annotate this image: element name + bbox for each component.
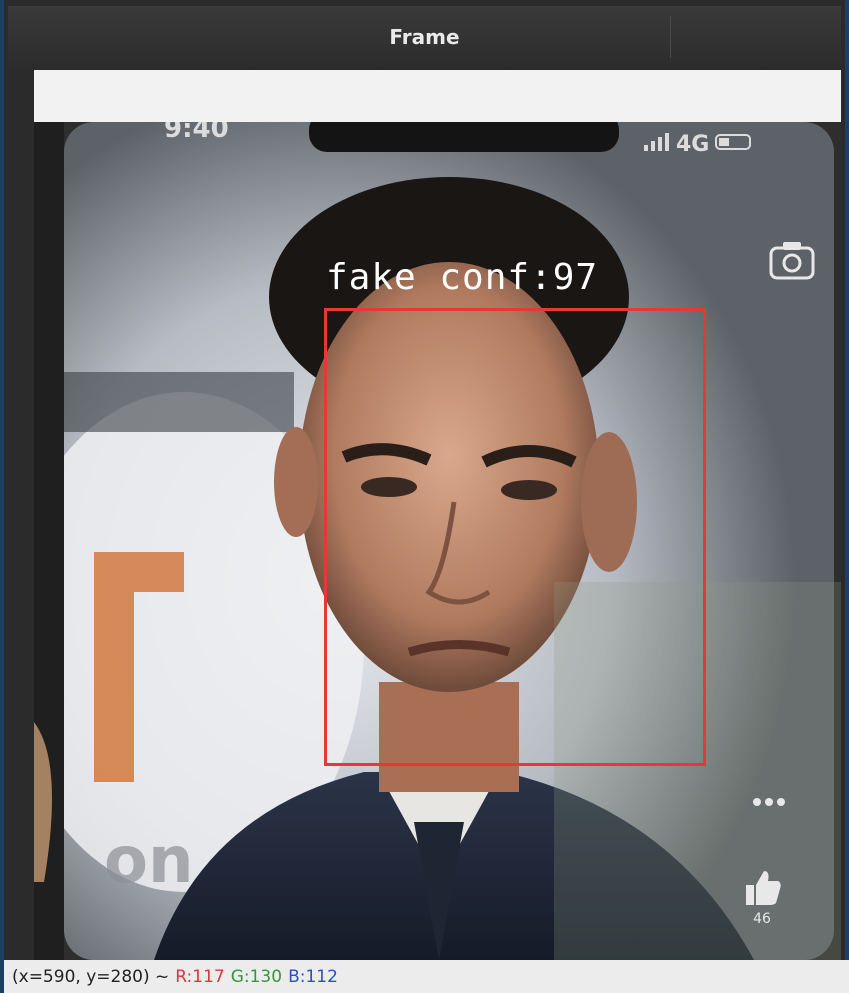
pixel-red-value: R:117 <box>175 966 225 987</box>
title-bar[interactable]: Frame <box>8 6 841 68</box>
camera-icon[interactable] <box>769 240 815 284</box>
phone-time: 9:40 <box>164 122 229 144</box>
person-ear-left <box>274 427 318 537</box>
battery-icon <box>715 132 755 157</box>
phone-signal-area: 4G <box>644 132 755 157</box>
like-button[interactable]: 46 <box>738 867 786 927</box>
detection-label: fake conf:97 <box>326 257 599 298</box>
image-viewer-window: Frame on 9:40 4G fake conf:97 46 (x=590,… <box>0 0 849 993</box>
image-canvas[interactable]: on 9:40 4G fake conf:97 46 <box>34 122 841 960</box>
status-bar: (x=590, y=280) ~ R:117 G:130 B:112 <box>4 960 849 993</box>
pixel-green-value: G:130 <box>230 966 283 987</box>
background-dark-band <box>64 372 294 432</box>
like-count: 46 <box>753 911 771 927</box>
window-title: Frame <box>389 25 460 49</box>
phone-notch <box>309 122 619 152</box>
background-logo-text: on <box>104 824 194 898</box>
signal-icon <box>644 132 670 157</box>
cursor-coordinates: (x=590, y=280) ~ <box>12 966 170 987</box>
face-bounding-box <box>324 308 706 766</box>
pixel-blue-value: B:112 <box>288 966 338 987</box>
title-separator <box>670 16 671 58</box>
toolbar-area <box>34 70 841 122</box>
more-icon[interactable] <box>752 792 786 811</box>
signal-label: 4G <box>676 132 710 157</box>
thumbs-up-icon <box>746 871 781 905</box>
